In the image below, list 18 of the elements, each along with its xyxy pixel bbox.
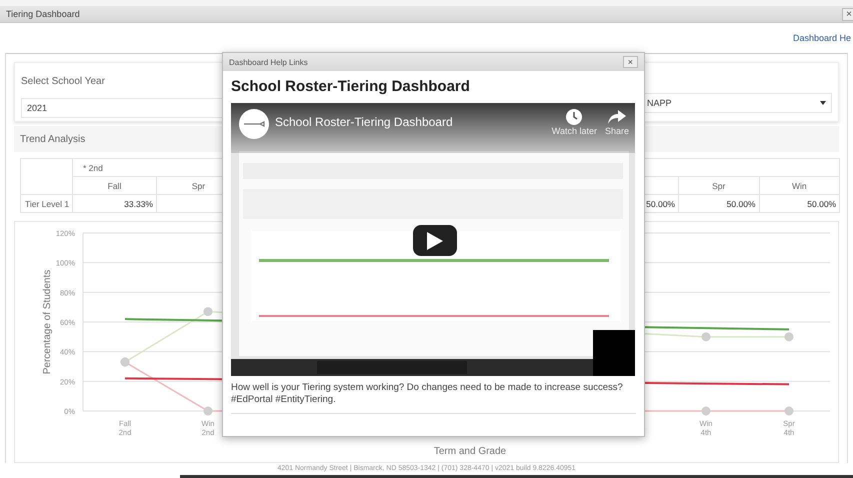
section-title: Trend Analysis xyxy=(20,134,86,144)
dialog-heading: School Roster-Tiering Dashboard xyxy=(231,78,471,95)
video-description: How well is your Tiering system working? Do changes need to be made to increase success? #EdPortal #EntityTiering. xyxy=(231,382,624,407)
column-header: Spr xyxy=(192,180,206,190)
x-axis-title: Term and Grade xyxy=(434,446,506,457)
group-header: * 2nd xyxy=(83,162,103,172)
column-header: Spr xyxy=(712,180,726,190)
column-header: Fall xyxy=(108,180,122,190)
table-cell: 50.00% xyxy=(646,198,675,208)
column-header: Win xyxy=(792,180,807,190)
dialog-title: Dashboard Help Links xyxy=(229,58,308,66)
table-cell: 50.00% xyxy=(726,198,756,208)
row-header: Tier Level 1 xyxy=(25,198,70,208)
table-cell: 50.00% xyxy=(807,198,836,208)
y-axis-title: Percentage of Students xyxy=(42,270,53,374)
table-cell: 33.33% xyxy=(124,198,153,208)
window-title: Tiering Dashboard xyxy=(6,9,80,19)
field-label: Select School Year xyxy=(21,75,105,89)
